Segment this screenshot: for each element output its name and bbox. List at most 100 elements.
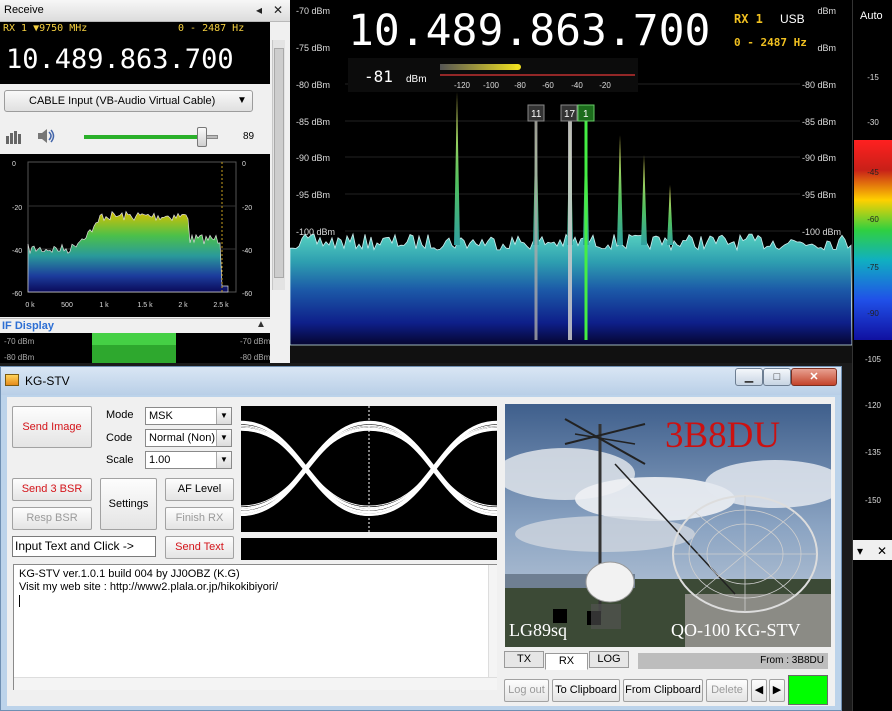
receive-title: Receive: [4, 4, 44, 16]
spectrum-y-label: -85 dBm: [296, 117, 330, 127]
volume-fill: [84, 135, 199, 139]
marker-label: 11: [531, 109, 542, 120]
receive-scrollbar[interactable]: [272, 40, 285, 290]
settings-button[interactable]: Settings: [100, 478, 157, 530]
spectrum-y-label: -80 dBm: [802, 80, 836, 90]
mode-value: MSK: [149, 410, 173, 422]
to-clipboard-button[interactable]: To Clipboard: [552, 679, 620, 702]
log-textarea[interactable]: KG-STV ver.1.0.1 build 004 by JJ0OBZ (K.…: [13, 564, 497, 690]
if-left-label: -80 dBm: [4, 353, 35, 362]
if-display: -70 dBm -80 dBm -70 dBm -80 dBm: [0, 333, 270, 363]
scale-tick: -120: [865, 401, 882, 410]
resp-bsr-button[interactable]: Resp BSR: [12, 507, 92, 530]
send-3bsr-button[interactable]: Send 3 BSR: [12, 478, 92, 501]
spectrum-y-label: -95 dBm: [296, 190, 330, 200]
scale-tick: -60: [867, 215, 879, 224]
tab-log[interactable]: LOG: [589, 651, 629, 668]
if-right-label: -80 dBm: [240, 353, 270, 362]
auto-label[interactable]: Auto: [860, 10, 883, 22]
meter-tick: -40: [571, 81, 583, 90]
main-mode: USB: [780, 12, 805, 26]
af-level-button[interactable]: AF Level: [165, 478, 234, 501]
receive-titlebar: Receive ◂ ✕: [0, 0, 290, 22]
close-icon[interactable]: ✕: [877, 544, 887, 558]
finish-rx-button[interactable]: Finish RX: [165, 507, 234, 530]
spectrum-y-tick: 0: [242, 161, 246, 168]
log-vertical-scrollbar[interactable]: [488, 565, 497, 677]
audio-spectrum-trace: [27, 210, 229, 293]
meter-tick: -20: [599, 81, 611, 90]
eye-diagram: [241, 406, 497, 532]
level-bars-icon[interactable]: [6, 128, 24, 144]
scale-tick: -135: [865, 448, 882, 457]
code-label: Code: [106, 432, 133, 444]
mode-select[interactable]: MSK ▼: [145, 407, 232, 425]
code-select[interactable]: Normal (Non) ▼: [145, 429, 232, 447]
send-text-button[interactable]: Send Text: [165, 536, 234, 559]
spectrum-y-tick: -40: [12, 248, 22, 255]
previous-button[interactable]: ◀: [751, 679, 767, 702]
send-image-button[interactable]: Send Image: [12, 406, 92, 448]
received-image: 3B8DU LG89sq QO-100 KG-STV: [505, 404, 831, 647]
spectrum-y-tick: 0: [12, 161, 16, 168]
scale-tick: -90: [867, 309, 879, 318]
spectrum-x-tick: 2 k: [178, 302, 188, 309]
meter-tick: -60: [542, 81, 554, 90]
meter-tick: -80: [514, 81, 526, 90]
scroll-thumb[interactable]: [274, 48, 284, 278]
from-clipboard-button[interactable]: From Clipboard: [623, 679, 703, 702]
signal-unit: dBm: [406, 74, 427, 85]
signal-meter-bar: [440, 64, 518, 70]
picture-locator: LG89sq: [509, 620, 567, 640]
collapse-icon[interactable]: ▲: [256, 319, 266, 330]
spectrum-y-tick: -60: [12, 291, 22, 298]
scale-label: Scale: [106, 454, 134, 466]
audio-input-select[interactable]: CABLE Input (VB-Audio Virtual Cable) ▼: [4, 90, 253, 112]
speaker-icon[interactable]: [36, 127, 56, 145]
scale-tick: -15: [867, 73, 879, 82]
scale-select[interactable]: 1.00 ▼: [145, 451, 232, 469]
volume-slider-thumb[interactable]: [197, 127, 207, 147]
marker-label: 17: [564, 109, 576, 120]
scale-value: 1.00: [149, 454, 171, 466]
spectrum-y-label: -70 dBm: [296, 6, 330, 16]
spectrum-x-tick: 2.5 k: [213, 302, 229, 309]
spectrum-y-label: -85 dBm: [802, 117, 836, 127]
delete-button[interactable]: Delete: [706, 679, 748, 702]
signal-peak: [641, 155, 647, 245]
receive-frequency: 10.489.863.700: [6, 44, 234, 75]
picture-mode: QO-100 KG-STV: [671, 620, 801, 640]
scale-tick: -105: [865, 355, 882, 364]
main-spectrum[interactable]: -70 dBm -70 dBm-75 dBm -75 dBm-80 dBm -80 d…: [290, 0, 852, 363]
log-out-button[interactable]: Log out: [504, 679, 549, 702]
scale-tick: -75: [867, 263, 879, 272]
spectrum-y-label: -100 dBm: [296, 227, 335, 237]
spectrum-y-tick: -20: [242, 205, 252, 212]
spectrum-y-label: -95 dBm: [802, 190, 836, 200]
audio-input-value: CABLE Input (VB-Audio Virtual Cable): [29, 95, 216, 107]
tab-tx[interactable]: TX: [504, 651, 544, 668]
kgstv-titlebar[interactable]: KG-STV ▁ □ ✕: [1, 367, 841, 395]
level-bar: [241, 538, 497, 560]
from-status: From : 3B8DU: [638, 653, 828, 669]
next-button[interactable]: ▶: [769, 679, 785, 702]
tab-rx[interactable]: RX: [545, 653, 588, 670]
picture-callsign: 3B8DU: [665, 415, 781, 456]
close-icon[interactable]: ✕: [273, 3, 283, 17]
if-display-bar[interactable]: IF Display ▲: [0, 318, 270, 333]
close-button[interactable]: ✕: [791, 368, 837, 386]
signal-peak: [617, 135, 623, 245]
restore-icon[interactable]: ▾: [857, 544, 863, 558]
waterfall-scale: Auto -15-30-45-60-75-90-105-120-135-150 …: [852, 0, 892, 711]
if-right-label: -70 dBm: [240, 337, 270, 346]
text-input[interactable]: Input Text and Click ->: [12, 536, 156, 557]
receive-info: RX 1 ▼9750 MHz 0 - 2487 Hz 10.489.863.70…: [0, 22, 270, 84]
log-horizontal-scrollbar[interactable]: [14, 677, 497, 690]
volume-row: 89: [0, 122, 270, 148]
maximize-button[interactable]: □: [763, 368, 791, 386]
minimize-icon[interactable]: ◂: [256, 3, 262, 17]
code-value: Normal (Non): [149, 432, 216, 444]
minimize-button[interactable]: ▁: [735, 368, 763, 386]
audio-spectrum: 0 -20 -40 -60 0 -20 -40 -60 0 k 500 1 k 1.5 k 2 k 2…: [0, 154, 270, 317]
signal-peak: [454, 92, 460, 245]
